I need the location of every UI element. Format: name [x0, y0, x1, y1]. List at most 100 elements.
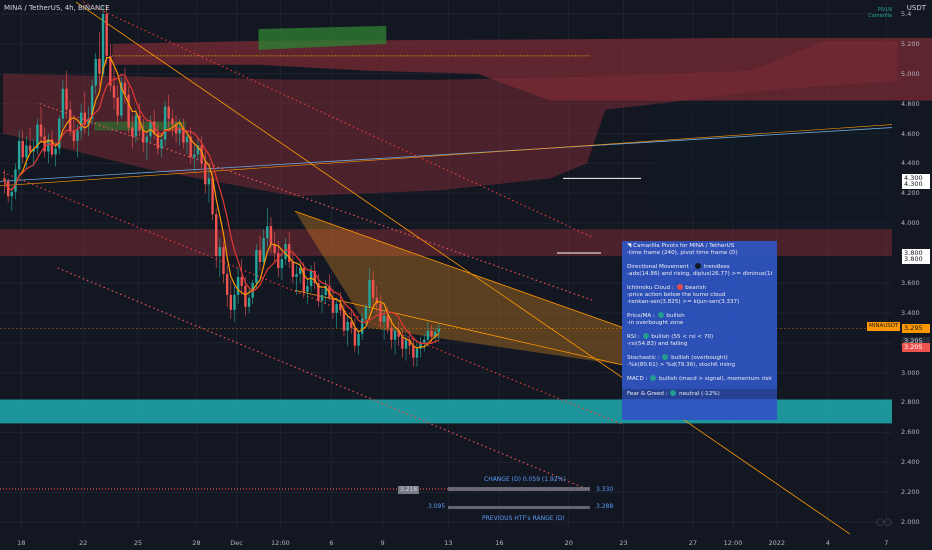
- candle: [222, 247, 225, 274]
- candle: [361, 318, 364, 334]
- candle: [386, 315, 389, 328]
- candle: [295, 273, 298, 277]
- candle: [382, 315, 386, 322]
- candle: [240, 276, 243, 286]
- candle: [291, 262, 295, 277]
- range-low-previous: 3.095: [428, 503, 446, 510]
- x-tick-label: 16: [495, 539, 504, 547]
- price-tag: 4.300: [902, 179, 930, 189]
- candle: [204, 163, 207, 185]
- candle: [401, 336, 404, 349]
- candle: [163, 106, 167, 140]
- previous-range-label: PREVIOUS HTF's RANGE (D): [482, 515, 565, 522]
- candle: [112, 85, 116, 98]
- panel-line: ◥ Camarilla Pivots for MINA / TetherUS: [627, 243, 735, 249]
- candle: [101, 14, 105, 74]
- candle: [193, 154, 196, 158]
- candle: [21, 141, 24, 158]
- camarilla-info-panel: ◥ Camarilla Pivots for MINA / TetherUS -t…: [622, 241, 777, 420]
- candle: [277, 253, 280, 268]
- candle: [61, 88, 65, 119]
- x-tick-label: 2022: [768, 539, 786, 547]
- candle: [266, 226, 269, 239]
- y-tick-label: 3.000: [901, 368, 920, 377]
- status-dot-icon: [662, 354, 669, 360]
- candle: [350, 321, 353, 328]
- cloud-shadow: [652, 100, 898, 231]
- candle: [236, 276, 240, 295]
- candle: [28, 145, 32, 152]
- x-tick-label: 13: [444, 539, 453, 547]
- panel-line: -%k(80.61) > %d(79.36), stochK rising: [627, 362, 736, 368]
- candle: [244, 285, 247, 307]
- panel-line: -adx(14.86) and rising, diplus(26.77) >=…: [627, 271, 772, 277]
- panel-line: -in overbought zone: [627, 320, 684, 326]
- y-tick-label: 2.600: [901, 428, 920, 437]
- tradingview-logo-icon: ◯◯: [876, 518, 892, 526]
- candle: [105, 14, 108, 56]
- status-dot-icon: [670, 390, 677, 396]
- candle: [116, 97, 119, 116]
- candle: [306, 285, 309, 292]
- candle: [258, 250, 262, 263]
- candle: [368, 279, 371, 307]
- candle: [280, 259, 284, 268]
- range-high-current: 3.330: [596, 486, 614, 493]
- indicator-legend-item: Camarilla: [868, 13, 892, 19]
- x-tick-label: Dec: [230, 539, 243, 547]
- candle: [225, 273, 229, 295]
- candle: [167, 106, 170, 119]
- candle: [76, 130, 79, 141]
- price-chart[interactable]: [0, 0, 932, 550]
- x-tick-label: 6: [329, 539, 334, 547]
- x-tick-label: 20: [564, 539, 573, 547]
- status-dot-icon: [676, 284, 683, 290]
- x-tick-label: 12:00: [271, 539, 290, 547]
- candle: [255, 250, 258, 283]
- candle: [145, 136, 149, 143]
- candle: [346, 321, 349, 331]
- price-tag: 3.295: [902, 324, 930, 333]
- x-tick-label: 22: [79, 539, 88, 547]
- y-tick-label: 5.000: [901, 69, 920, 78]
- candle: [412, 345, 415, 358]
- candle: [437, 328, 441, 333]
- range-low-current: 3.218: [398, 486, 420, 494]
- candle: [3, 178, 6, 182]
- x-tick-label: 9: [380, 539, 385, 547]
- panel-line: -time frame (240), pivot time frame (D): [627, 250, 738, 256]
- range-high-previous: 3.288: [596, 503, 614, 510]
- candle: [298, 268, 302, 274]
- candle: [284, 244, 287, 260]
- status-dot-icon: [657, 312, 664, 318]
- indicator-legend: PIVLN Camarilla: [868, 7, 892, 19]
- candle: [65, 88, 68, 110]
- panel-line: Stochastic : bullish (overbought): [627, 354, 728, 361]
- y-tick-label: 2.800: [901, 398, 920, 407]
- candle: [10, 191, 13, 197]
- panel-line: -tenkan-sen(3.825) >= kijun-sen(3.337): [627, 299, 740, 305]
- candle: [364, 306, 368, 319]
- y-tick-label: 2.400: [901, 458, 920, 467]
- panel-line: Fear & Greed : neutral (-12%): [622, 389, 777, 399]
- candle: [127, 94, 130, 128]
- x-tick-label: 4: [825, 539, 830, 547]
- x-tick-label: 27: [688, 539, 697, 547]
- y-tick-label: 3.400: [901, 308, 920, 317]
- candle: [335, 303, 338, 313]
- y-tick-label: 4.400: [901, 159, 920, 168]
- symbol-tag: MINAUSDT: [867, 322, 901, 331]
- panel-line: Directional Movement : trendless: [627, 263, 730, 270]
- daily-change-label: CHANGE (D) 0.059 (1.92%): [484, 476, 566, 483]
- candle: [247, 297, 251, 307]
- status-dot-icon: [650, 375, 657, 381]
- x-tick-label: 28: [192, 539, 201, 547]
- panel-line: -price action below the kumo cloud: [627, 292, 726, 298]
- candle: [269, 226, 273, 245]
- candle: [288, 244, 291, 263]
- candle: [39, 124, 43, 137]
- candle: [160, 139, 163, 149]
- y-tick-label: 4.600: [901, 129, 920, 138]
- candle: [423, 339, 426, 343]
- candle: [357, 333, 360, 346]
